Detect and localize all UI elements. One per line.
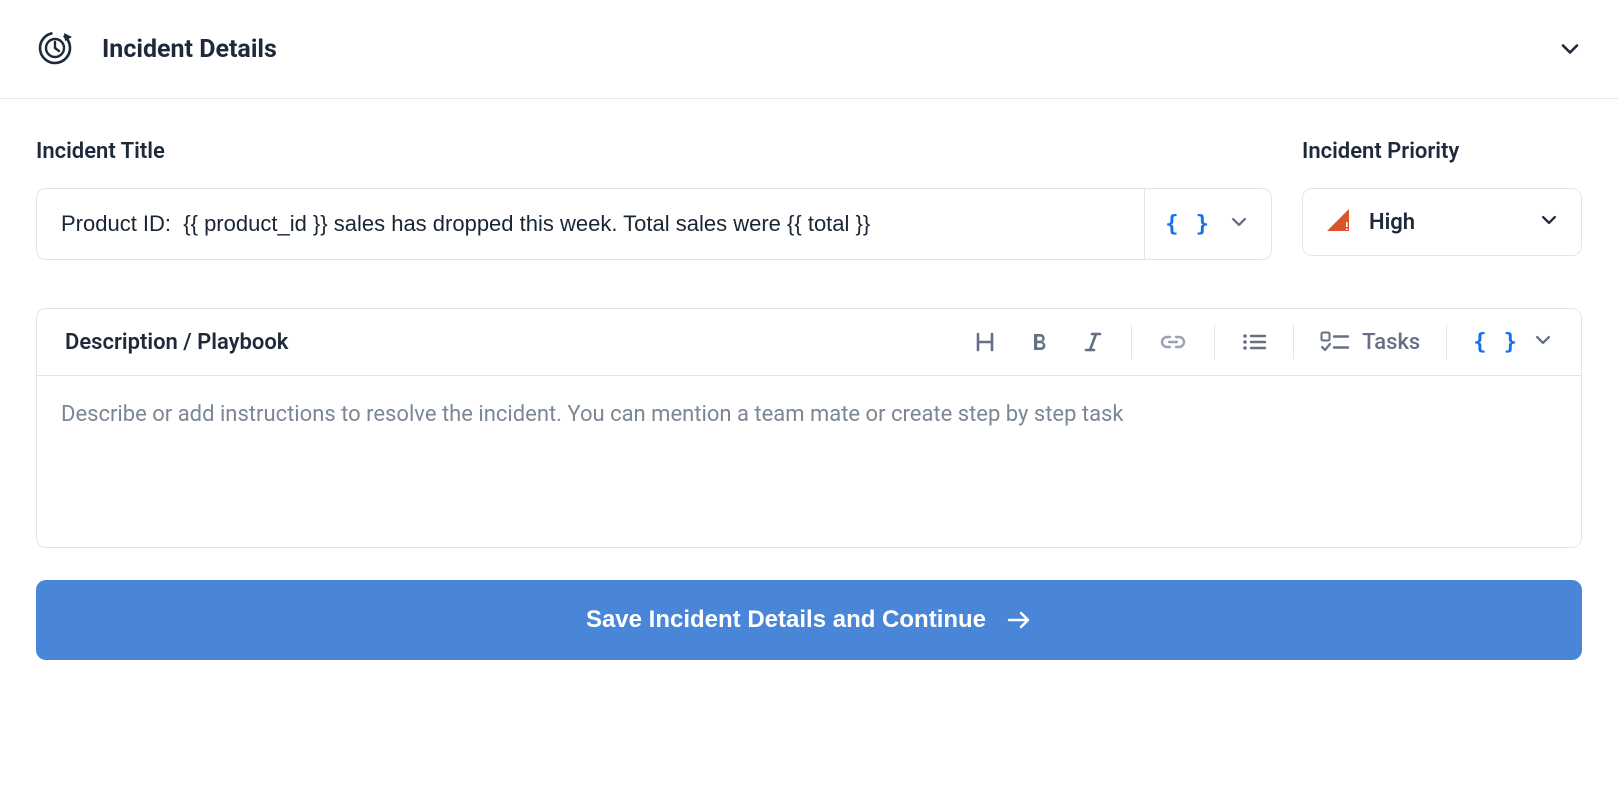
tasks-button[interactable]: Tasks — [1320, 330, 1420, 355]
arrow-right-icon — [1006, 607, 1032, 633]
template-vars-editor-toggle[interactable]: { } — [1473, 330, 1553, 355]
editor-body[interactable]: Describe or add instructions to resolve … — [37, 375, 1581, 547]
tasks-label: Tasks — [1362, 330, 1420, 355]
incident-clock-icon — [36, 28, 74, 70]
braces-icon: { } — [1473, 330, 1519, 355]
toolbar-divider — [1293, 325, 1294, 359]
title-column: Incident Title { } — [36, 139, 1272, 260]
incident-title-input-wrap: { } — [36, 188, 1272, 260]
save-button-label: Save Incident Details and Continue — [586, 606, 986, 634]
section-header-left: Incident Details — [36, 28, 277, 70]
editor-toolbar: Description / Playbook — [37, 309, 1581, 375]
bold-button[interactable] — [1027, 330, 1051, 354]
incident-priority-select[interactable]: High — [1302, 188, 1582, 256]
content-area: Incident Title { } Incident Priority — [0, 99, 1618, 696]
priority-select-left: High — [1325, 207, 1415, 237]
heading-button[interactable] — [973, 330, 997, 354]
chevron-down-icon — [1229, 212, 1249, 236]
braces-icon: { } — [1165, 212, 1211, 237]
description-editor: Description / Playbook — [36, 308, 1582, 548]
toolbar-divider — [1131, 325, 1132, 359]
link-button[interactable] — [1158, 330, 1188, 354]
chevron-down-icon — [1539, 210, 1559, 234]
incident-title-input[interactable] — [37, 189, 1144, 259]
editor-label: Description / Playbook — [65, 330, 288, 355]
priority-high-icon — [1325, 207, 1351, 237]
collapse-toggle[interactable] — [1558, 37, 1582, 61]
incident-priority-label: Incident Priority — [1302, 139, 1582, 164]
title-priority-row: Incident Title { } Incident Priority — [36, 139, 1582, 260]
priority-value: High — [1369, 210, 1415, 235]
template-vars-toggle[interactable]: { } — [1144, 189, 1271, 259]
chevron-down-icon — [1533, 330, 1553, 354]
bullet-list-button[interactable] — [1241, 330, 1267, 354]
toolbar-divider — [1446, 325, 1447, 359]
section-title: Incident Details — [102, 35, 277, 64]
section-header: Incident Details — [0, 0, 1618, 99]
italic-button[interactable] — [1081, 330, 1105, 354]
toolbar-divider — [1214, 325, 1215, 359]
priority-column: Incident Priority High — [1302, 139, 1582, 260]
save-continue-button[interactable]: Save Incident Details and Continue — [36, 580, 1582, 660]
editor-placeholder: Describe or add instructions to resolve … — [61, 402, 1557, 427]
incident-title-label: Incident Title — [36, 139, 1272, 164]
editor-toolbar-controls: Tasks { } — [973, 325, 1553, 359]
